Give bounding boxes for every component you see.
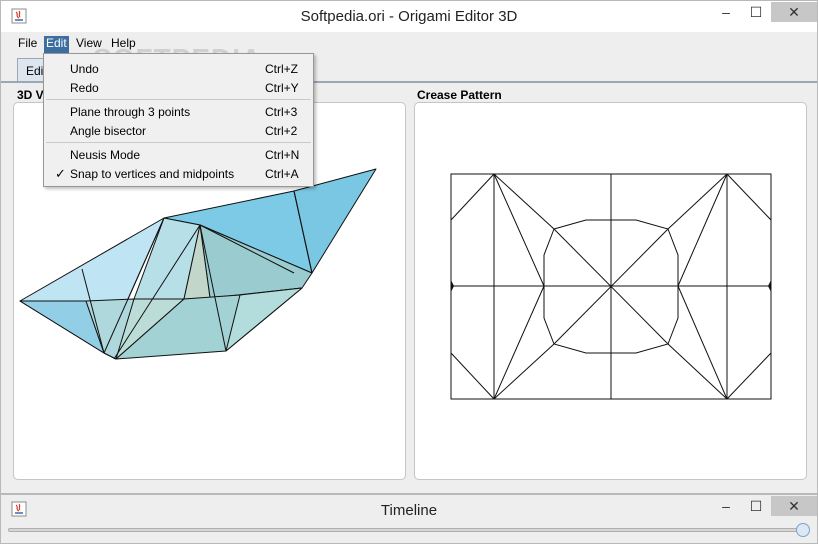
angle-bisector-shortcut: Ctrl+2 <box>265 124 298 138</box>
snap-shortcut: Ctrl+A <box>265 167 299 181</box>
plane-label: Plane through 3 points <box>70 105 191 119</box>
minimize-button[interactable]: ‒ <box>711 2 741 22</box>
menu-separator <box>46 99 311 100</box>
menu-edit[interactable]: Edit <box>44 36 69 53</box>
3d-view-label: 3D V <box>17 88 44 102</box>
angle-bisector-label: Angle bisector <box>70 124 147 138</box>
snap-label: Snap to vertices and midpoints <box>70 167 235 181</box>
timeline-minimize-button[interactable]: ‒ <box>711 496 741 516</box>
edit-menu-dropdown: Undo Ctrl+Z Redo Ctrl+Y Plane through 3 … <box>43 53 314 187</box>
close-button[interactable]: ✕ <box>771 2 817 22</box>
timeline-close-button[interactable]: ✕ <box>771 496 817 516</box>
window-title: Softpedia.ori - Origami Editor 3D <box>300 8 518 25</box>
title-bar[interactable]: Softpedia.ori - Origami Editor 3D ‒ ☐ ✕ <box>1 1 817 32</box>
timeline-slider-track[interactable] <box>8 528 808 532</box>
menu-item-undo[interactable]: Undo Ctrl+Z <box>44 59 313 78</box>
menu-item-neusis-mode[interactable]: Neusis Mode Ctrl+N <box>44 145 313 164</box>
undo-label: Undo <box>70 62 99 76</box>
crease-pattern-diagram[interactable] <box>415 103 808 481</box>
menu-file[interactable]: File <box>16 36 39 53</box>
timeline-window: Timeline ‒ ☐ ✕ <box>0 494 818 544</box>
neusis-shortcut: Ctrl+N <box>265 148 300 162</box>
crease-pattern-label: Crease Pattern <box>417 88 502 102</box>
menu-separator <box>46 142 311 143</box>
timeline-maximize-button[interactable]: ☐ <box>741 496 771 516</box>
menu-item-snap-to-vertices[interactable]: ✓ Snap to vertices and midpoints Ctrl+A <box>44 164 313 183</box>
menu-item-angle-bisector[interactable]: Angle bisector Ctrl+2 <box>44 121 313 140</box>
timeline-slider-thumb[interactable] <box>796 523 810 537</box>
maximize-button[interactable]: ☐ <box>741 2 771 22</box>
checkmark-icon: ✓ <box>55 166 66 181</box>
neusis-label: Neusis Mode <box>70 148 141 162</box>
redo-label: Redo <box>70 81 99 95</box>
menu-item-redo[interactable]: Redo Ctrl+Y <box>44 78 313 97</box>
crease-pattern-panel[interactable] <box>414 102 807 480</box>
timeline-title: Timeline <box>380 502 438 519</box>
redo-shortcut: Ctrl+Y <box>265 81 299 95</box>
plane-shortcut: Ctrl+3 <box>265 105 298 119</box>
menu-item-plane-through-3-points[interactable]: Plane through 3 points Ctrl+3 <box>44 102 313 121</box>
undo-shortcut: Ctrl+Z <box>265 62 298 76</box>
